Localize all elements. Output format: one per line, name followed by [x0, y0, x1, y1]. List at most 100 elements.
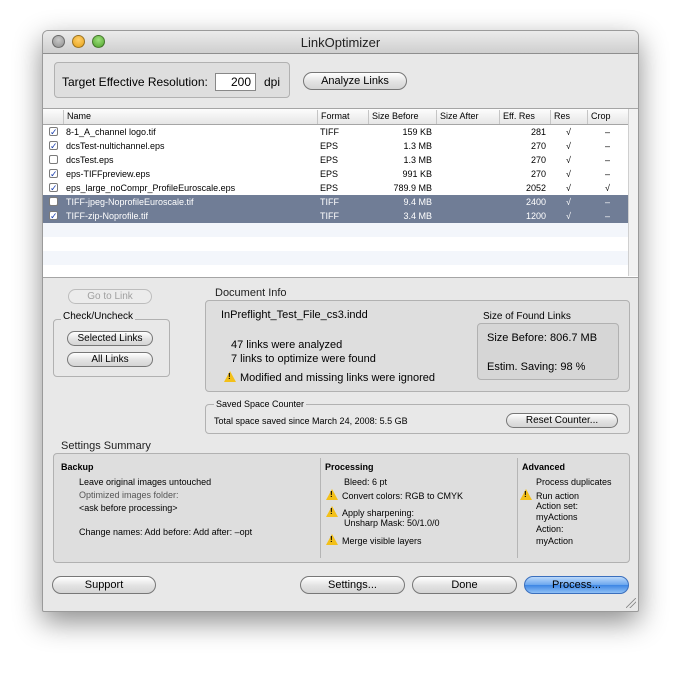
all-links-button[interactable]: All Links — [67, 352, 153, 367]
processing-convert-text: Convert colors: RGB to CMYK — [342, 491, 464, 501]
table-row[interactable]: ✓ dcsTest-nultichannel.eps EPS 1.3 MB 270 √ – — [43, 139, 628, 153]
column-size-before[interactable]: Size Before — [368, 110, 436, 124]
advanced-run-action: Run action — [520, 489, 579, 501]
column-size-after[interactable]: Size After — [436, 110, 499, 124]
process-button[interactable]: Process... — [524, 576, 629, 594]
advanced-action-label: Action: — [536, 524, 564, 534]
table-header: Name Format Size Before Size After Eff. … — [43, 109, 628, 125]
cell-crop: – — [604, 141, 610, 151]
settings-summary-panel: Backup Leave original images untouched O… — [53, 453, 630, 563]
table-row[interactable]: TIFF-jpeg-NoprofileEuroscale.tif TIFF 9.4 … — [43, 195, 628, 209]
cell-name: eps_large_noCompr_ProfileEuroscale.eps — [66, 183, 236, 193]
row-checkbox[interactable] — [49, 197, 58, 206]
cell-size-before: 1.3 MB — [403, 141, 432, 151]
cell-crop: √ — [605, 183, 610, 193]
table-row[interactable]: ✓ 8-1_A_channel logo.tif TIFF 159 KB 281 √ – — [43, 125, 628, 139]
empty-table-row — [43, 237, 628, 251]
resolution-unit: dpi — [264, 75, 281, 89]
advanced-action-value: myAction — [536, 536, 574, 546]
support-button[interactable]: Support — [52, 576, 156, 594]
processing-bleed: Bleed: 6 pt — [344, 477, 388, 487]
column-name[interactable]: Name — [63, 110, 317, 124]
cell-crop: – — [604, 127, 610, 137]
linkoptimizer-window: LinkOptimizer Target Effective Resolutio… — [42, 30, 639, 612]
cell-res: √ — [566, 141, 571, 151]
size-found-links-title: Size of Found Links — [483, 311, 571, 322]
row-checkbox[interactable]: ✓ — [49, 141, 58, 151]
cell-res: √ — [566, 211, 571, 221]
saved-space-counter-group: Saved Space Counter Total space saved si… — [205, 399, 630, 434]
warning-icon — [326, 489, 338, 500]
table-scrollbar[interactable] — [628, 109, 638, 276]
cell-res: √ — [566, 155, 571, 165]
backup-line-3: <ask before processing> — [79, 503, 178, 513]
processing-merge: Merge visible layers — [326, 534, 422, 546]
table-row[interactable]: dcsTest.eps EPS 1.3 MB 270 √ – — [43, 153, 628, 167]
links-to-optimize-text: 7 links to optimize were found — [231, 353, 376, 365]
reset-counter-button[interactable]: Reset Counter... — [506, 413, 618, 428]
cell-crop: – — [604, 211, 610, 221]
warning-icon — [520, 489, 532, 500]
cell-name: eps-TIFFpreview.eps — [66, 169, 151, 179]
warning-icon — [224, 371, 236, 382]
backup-line-4: Change names: Add before: Add after: –op… — [79, 527, 253, 537]
cell-eff-res: 281 — [530, 127, 546, 137]
resolution-group: Target Effective Resolution: 200 dpi — [54, 62, 290, 98]
links-analyzed-text: 47 links were analyzed — [231, 339, 343, 351]
settings-divider-1 — [320, 458, 321, 558]
empty-table-row — [43, 251, 628, 265]
backup-line-2: Optimized images folder: — [79, 490, 179, 500]
document-filename: InPreflight_Test_File_cs3.indd — [221, 309, 368, 321]
cell-size-before: 9.4 MB — [403, 197, 432, 207]
cell-res: √ — [566, 127, 571, 137]
column-format[interactable]: Format — [317, 110, 368, 124]
cell-name: dcsTest-nultichannel.eps — [66, 141, 165, 151]
processing-sharpen: Apply sharpening: — [326, 506, 414, 518]
processing-sharpen-text: Apply sharpening: — [342, 508, 415, 518]
warning-icon — [326, 506, 338, 517]
ignored-links-warning: Modified and missing links were ignored — [224, 371, 435, 384]
column-eff-res[interactable]: Eff. Res — [499, 110, 550, 124]
selected-links-button[interactable]: Selected Links — [67, 331, 153, 346]
table-row[interactable]: ✓ eps_large_noCompr_ProfileEuroscale.eps E… — [43, 181, 628, 195]
cell-eff-res: 270 — [530, 155, 546, 165]
row-checkbox[interactable]: ✓ — [49, 127, 58, 137]
row-checkbox[interactable]: ✓ — [49, 211, 58, 221]
cell-format: TIFF — [320, 127, 339, 137]
table-row[interactable]: ✓ eps-TIFFpreview.eps EPS 991 KB 270 √ – — [43, 167, 628, 181]
empty-table-row — [43, 265, 628, 279]
column-res[interactable]: Res — [550, 110, 587, 124]
row-checkbox[interactable] — [49, 155, 58, 164]
cell-eff-res: 2400 — [525, 197, 546, 207]
column-crop[interactable]: Crop — [587, 110, 628, 124]
done-button[interactable]: Done — [412, 576, 517, 594]
backup-line-1: Leave original images untouched — [79, 477, 212, 487]
cell-format: TIFF — [320, 211, 339, 221]
size-found-links-box: Size Before: 806.7 MB Estim. Saving: 98 … — [477, 323, 619, 380]
row-checkbox[interactable]: ✓ — [49, 183, 58, 193]
settings-button[interactable]: Settings... — [300, 576, 405, 594]
table-row[interactable]: ✓ TIFF-zip-Noprofile.tif TIFF 3.4 MB 1200 √ – — [43, 209, 628, 223]
cell-format: TIFF — [320, 197, 339, 207]
go-to-link-button[interactable]: Go to Link — [68, 289, 152, 304]
resize-grip[interactable] — [626, 598, 636, 608]
analyze-links-button[interactable]: Analyze Links — [303, 72, 407, 90]
cell-name: 8-1_A_channel logo.tif — [66, 127, 156, 137]
row-checkbox[interactable]: ✓ — [49, 169, 58, 179]
cell-name: TIFF-zip-Noprofile.tif — [66, 211, 149, 221]
links-table: Name Format Size Before Size After Eff. … — [43, 108, 638, 278]
cell-eff-res: 270 — [530, 141, 546, 151]
cell-crop: – — [604, 169, 610, 179]
total-space-saved-text: Total space saved since March 24, 2008: … — [214, 416, 408, 426]
processing-heading: Processing — [325, 462, 374, 472]
size-before-text: Size Before: 806.7 MB — [487, 332, 598, 344]
saved-space-counter-title: Saved Space Counter — [214, 399, 307, 409]
cell-format: EPS — [320, 141, 339, 151]
cell-name: TIFF-jpeg-NoprofileEuroscale.tif — [66, 197, 194, 207]
ignored-links-text: Modified and missing links were ignored — [240, 372, 436, 384]
advanced-duplicates: Process duplicates — [536, 477, 612, 487]
cell-eff-res: 270 — [530, 169, 546, 179]
cell-format: EPS — [320, 183, 339, 193]
resolution-input[interactable]: 200 — [215, 73, 256, 91]
warning-icon — [326, 534, 338, 545]
